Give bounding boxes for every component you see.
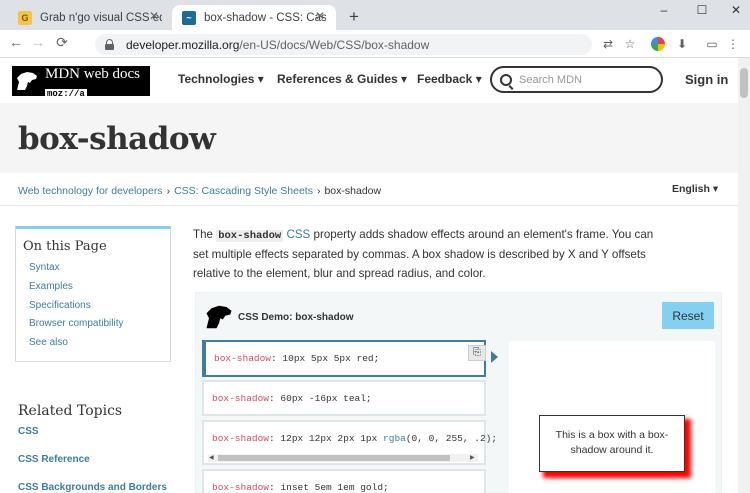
- breadcrumb-css[interactable]: CSS: Cascading Style Sheets: [174, 185, 313, 197]
- nav-references-guides[interactable]: References & Guides ▾: [277, 72, 407, 86]
- scrollbar-thumb[interactable]: [740, 68, 748, 98]
- related-link-backgrounds-borders[interactable]: CSS Backgrounds and Borders: [18, 482, 167, 493]
- dinosaur-icon: [12, 66, 42, 96]
- related-topics-title: Related Topics: [18, 403, 123, 419]
- dinosaur-icon: [204, 303, 232, 329]
- breadcrumb-current: box-shadow: [324, 185, 382, 197]
- demo-choice-4[interactable]: box-shadow: inset 5em 1em gold;: [202, 469, 486, 493]
- maximize-icon[interactable]: ☐: [692, 3, 712, 17]
- breadcrumb-web-tech[interactable]: Web technology for developers: [18, 185, 163, 197]
- forward-icon[interactable]: →: [28, 34, 48, 50]
- shadow-example-box: This is a box with a box-shadow around i…: [539, 415, 685, 472]
- extension-icon[interactable]: [651, 37, 665, 51]
- related-link-css-reference[interactable]: CSS Reference: [18, 454, 90, 465]
- url-host: developer.mozilla.org: [126, 37, 240, 52]
- mozilla-wordmark: moz://a: [45, 89, 87, 100]
- mdn-favicon-icon: ~: [182, 10, 196, 25]
- demo-output: This is a box with a box-shadow around i…: [509, 341, 715, 493]
- toc-link-browser-compat[interactable]: Browser compatibility: [29, 318, 170, 337]
- sign-in-link[interactable]: Sign in: [685, 72, 728, 87]
- browser-tab-box-shadow[interactable]: ~ box-shadow - CSS: Cascading Style Shee…: [172, 5, 336, 30]
- toc-link-examples[interactable]: Examples: [29, 281, 170, 300]
- code-value: : 10px 5px 5px red;: [271, 353, 380, 364]
- search-placeholder: Search MDN: [519, 73, 582, 86]
- close-window-icon[interactable]: ✕: [726, 3, 746, 17]
- code-property: box-shadow: [212, 482, 270, 493]
- copy-icon[interactable]: ⎘: [468, 345, 486, 361]
- back-icon[interactable]: ←: [6, 34, 26, 50]
- tab-title: box-shadow - CSS: Cascading Style Sheets: [204, 11, 326, 24]
- intro-paragraph: The box-shadow CSS property adds shadow …: [193, 226, 663, 283]
- browser-toolbar: ← → ⟳ developer.mozilla.org/en-US/docs/W…: [0, 30, 750, 58]
- tab-title: Grab n'go visual CSS editor: [40, 11, 162, 24]
- nav-feedback[interactable]: Feedback ▾: [417, 72, 482, 86]
- code-property: box-shadow: [212, 393, 270, 404]
- code-value: : 60px -16px teal;: [269, 393, 372, 404]
- toc-link-see-also[interactable]: See also: [29, 337, 170, 356]
- on-this-page-title: On this Page: [23, 239, 107, 254]
- breadcrumb: Web technology for developers › CSS: Casca…: [18, 185, 381, 197]
- lock-icon: [105, 39, 114, 50]
- css-link[interactable]: CSS: [286, 228, 310, 241]
- on-this-page-box: On this Page Syntax Examples Specificati…: [15, 226, 171, 362]
- cast-icon[interactable]: ▭: [705, 37, 719, 51]
- tab-close-icon[interactable]: ✕: [312, 9, 328, 23]
- reset-button[interactable]: Reset: [662, 302, 714, 329]
- scroll-left-icon[interactable]: ◀: [209, 454, 214, 462]
- interactive-demo: CSS Demo: box-shadow Reset box-shadow: 1…: [195, 292, 722, 493]
- toc-link-syntax[interactable]: Syntax: [29, 262, 170, 281]
- translate-icon[interactable]: ⇄: [601, 37, 615, 51]
- horizontal-scrollbar[interactable]: ◀ ▶: [208, 454, 478, 462]
- address-bar[interactable]: developer.mozilla.org/en-US/docs/Web/CSS…: [95, 34, 592, 55]
- title-band: box-shadow: [0, 103, 738, 173]
- url-path: /en-US/docs/Web/CSS/box-shadow: [239, 37, 430, 52]
- code-function: rgba: [383, 433, 406, 444]
- search-icon: [500, 73, 512, 86]
- code-value: : inset 5em 1em gold;: [269, 482, 389, 493]
- code-line: box-shadow: 60px -16px teal;: [212, 393, 372, 404]
- inline-code: box-shadow: [216, 230, 284, 242]
- demo-choice-2[interactable]: box-shadow: 60px -16px teal;: [202, 380, 486, 416]
- code-value: (0, 0, 255, .2);: [405, 433, 498, 444]
- mdn-logo[interactable]: MDN web docs moz://a: [12, 66, 150, 100]
- language-selector[interactable]: English ▾: [672, 183, 718, 195]
- code-value: : 12px 12px 2px 1px: [269, 433, 384, 444]
- page-title: box-shadow: [18, 121, 216, 157]
- scroll-right-icon[interactable]: ▶: [470, 454, 475, 462]
- site-header: MDN web docs moz://a Technologies ▾ Refe…: [0, 58, 738, 103]
- reload-icon[interactable]: ⟳: [52, 34, 72, 51]
- demo-title: CSS Demo: box-shadow: [238, 312, 354, 323]
- demo-choice-3[interactable]: box-shadow: 12px 12px 2px 1px rgba(0, 0,…: [202, 420, 497, 465]
- page-scrollbar[interactable]: [738, 58, 750, 493]
- code-line: box-shadow: inset 5em 1em gold;: [212, 482, 389, 493]
- breadcrumb-separator: ›: [166, 185, 171, 197]
- scrollbar-thumb[interactable]: [218, 455, 450, 461]
- minimize-icon[interactable]: –: [654, 3, 674, 17]
- code-line: box-shadow: 12px 12px 2px 1px rgba(0, 0,…: [212, 433, 497, 444]
- toc-link-specifications[interactable]: Specifications: [29, 300, 170, 319]
- code-line: box-shadow: 10px 5px 5px red;: [214, 353, 379, 364]
- logo-text: MDN web docs: [45, 66, 140, 82]
- tab-close-icon[interactable]: ✕: [146, 9, 162, 23]
- related-link-css[interactable]: CSS: [18, 426, 39, 437]
- breadcrumb-separator: ›: [316, 185, 321, 197]
- intro-text: The: [193, 228, 217, 241]
- demo-header: CSS Demo: box-shadow Reset: [196, 293, 723, 337]
- new-tab-button[interactable]: +: [344, 7, 364, 27]
- code-property: box-shadow: [214, 353, 272, 364]
- nav-technologies[interactable]: Technologies ▾: [178, 72, 264, 86]
- code-property: box-shadow: [212, 433, 270, 444]
- divider: [0, 205, 738, 206]
- grab-n-go-favicon-icon: G: [18, 10, 32, 25]
- browser-tab-strip: G Grab n'go visual CSS editor ✕ ~ box-sh…: [0, 0, 750, 30]
- demo-choice-1[interactable]: box-shadow: 10px 5px 5px red; ⎘: [202, 340, 486, 377]
- selected-arrow-icon: [491, 351, 498, 363]
- download-icon[interactable]: ⬇: [675, 37, 689, 51]
- browser-tab-visual-css-editor[interactable]: G Grab n'go visual CSS editor ✕: [8, 5, 170, 30]
- star-icon[interactable]: ☆: [623, 37, 637, 51]
- search-input[interactable]: Search MDN: [490, 66, 663, 93]
- menu-icon[interactable]: ⋮: [726, 37, 740, 51]
